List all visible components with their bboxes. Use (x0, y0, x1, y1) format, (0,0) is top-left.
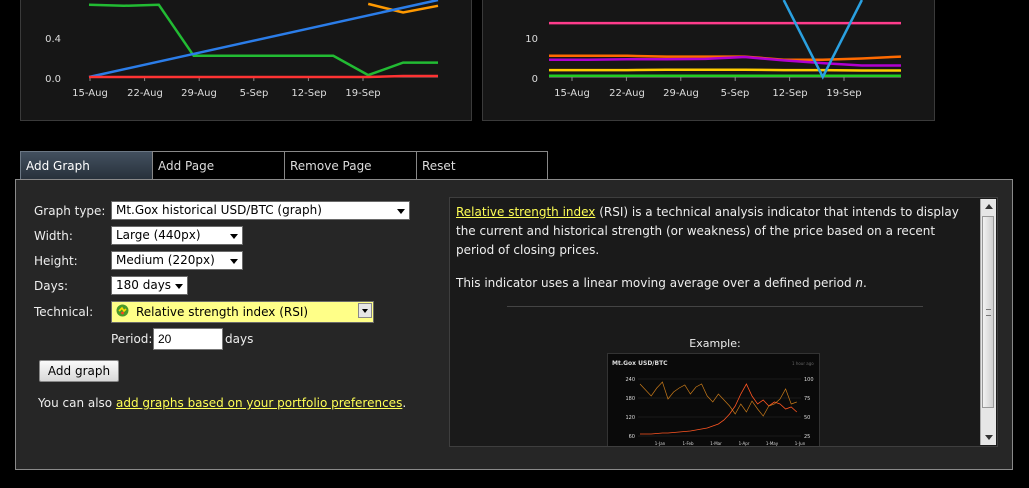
portfolio-note: You can also add graphs based on your po… (38, 396, 406, 410)
y-tick-label: 10 (525, 34, 538, 45)
technical-label: Technical: (34, 305, 94, 319)
x-tick-label: 22-Aug (609, 88, 645, 99)
tab-add-graph[interactable]: Add Graph (20, 151, 153, 179)
moving-average-note: This indicator uses a linear moving aver… (456, 274, 976, 293)
chevron-down-icon (175, 284, 183, 289)
example-x-tick: 1-May (766, 441, 779, 446)
x-tick-label: 12-Sep (772, 88, 807, 99)
example-y2-tick: 75 (804, 396, 810, 402)
height-select[interactable]: Medium (220px) (111, 251, 243, 270)
technical-value: Relative strength index (RSI) (136, 305, 309, 319)
line-chart-left: 0.4 0.0 15-Aug 22-Aug 29-Aug 5-Sep 12-Se… (45, 0, 439, 99)
x-tick-label: 15-Aug (554, 88, 590, 99)
example-rsi-line (639, 381, 797, 417)
example-label: Example: (689, 337, 741, 350)
x-tick-label: 29-Aug (181, 88, 217, 99)
graph-type-select[interactable]: Mt.Gox historical USD/BTC (graph) (111, 201, 410, 220)
y-tick-label: 0.4 (45, 34, 61, 45)
example-y2-tick: 25 (804, 434, 810, 440)
days-select[interactable]: 180 days (111, 276, 188, 295)
tab-remove-page[interactable]: Remove Page (284, 151, 417, 179)
example-x-tick: 1-Feb (682, 441, 694, 446)
period-unit: days (225, 332, 254, 346)
add-graph-panel: Graph type: Mt.Gox historical USD/BTC (g… (15, 179, 1013, 470)
series-line (88, 0, 439, 79)
tab-reset[interactable]: Reset (416, 151, 548, 179)
portfolio-note-suffix: . (402, 396, 407, 410)
example-x-tick: 1-Apr (739, 441, 750, 446)
add-graph-button[interactable]: Add graph (39, 360, 119, 382)
line-chart-right: 10 0 15-Aug 22-Aug 29-Aug 5-Sep 12-Sep 1… (525, 0, 902, 99)
days-value: 180 days (116, 278, 172, 292)
scrollbar-thumb[interactable] (982, 216, 994, 408)
x-tick-label: 22-Aug (127, 88, 163, 99)
x-tick-label: 15-Aug (72, 88, 108, 99)
example-x-tick: 1-Jan (655, 441, 666, 446)
period-input[interactable] (153, 328, 223, 350)
x-tick-label: 12-Sep (291, 88, 326, 99)
x-tick-label: 29-Aug (663, 88, 699, 99)
graph-type-value: Mt.Gox historical USD/BTC (graph) (116, 203, 322, 217)
height-label: Height: (34, 254, 78, 268)
example-x-tick: 1-Mar (710, 441, 722, 446)
period-variable: n (855, 276, 864, 290)
graph-panel-left: 0.4 0.0 15-Aug 22-Aug 29-Aug 5-Sep 12-Se… (20, 0, 472, 121)
example-chart-svg: Mt.Gox USD/BTC 1 hour ago 1-Jan 1-Feb 1-Ma… (612, 360, 814, 446)
example-y-tick: 60 (629, 434, 635, 440)
example-chart-image: Mt.Gox USD/BTC 1 hour ago 1-Jan 1-Feb 1-Ma… (607, 353, 820, 446)
example-y-tick: 120 (625, 415, 635, 421)
days-label: Days: (34, 279, 68, 293)
x-tick-label: 5-Sep (240, 88, 269, 99)
width-select[interactable]: Large (440px) (111, 226, 243, 245)
divider (507, 306, 923, 307)
chevron-down-icon (358, 303, 372, 318)
technical-select[interactable]: Relative strength index (RSI) (111, 301, 374, 323)
info-scrollbar[interactable] (980, 199, 996, 445)
scroll-down-arrow-icon[interactable] (981, 430, 996, 445)
moving-average-text: This indicator uses a linear moving aver… (456, 276, 856, 290)
example-chart-title: Mt.Gox USD/BTC (612, 360, 668, 367)
moving-average-suffix: . (863, 276, 867, 290)
series-line (89, 74, 438, 79)
example-y-tick: 180 (625, 396, 635, 402)
example-y2-tick: 100 (804, 377, 814, 383)
portfolio-note-prefix: You can also (38, 396, 116, 410)
indicator-icon (116, 304, 129, 317)
example-y2-tick: 50 (804, 415, 810, 421)
y-tick-label: 0.0 (45, 74, 61, 85)
series-line (549, 68, 901, 72)
height-value: Medium (220px) (116, 253, 215, 267)
x-tick-label: 5-Sep (721, 88, 750, 99)
graph-type-label: Graph type: (34, 204, 106, 218)
chevron-down-icon (230, 234, 238, 239)
x-tick-label: 19-Sep (345, 88, 380, 99)
rsi-link[interactable]: Relative strength index (456, 205, 595, 219)
width-label: Width: (34, 229, 73, 243)
chevron-down-icon (230, 259, 238, 264)
example-y-tick: 240 (625, 377, 635, 383)
indicator-info-pane: Relative strength index (RSI) is a techn… (449, 197, 998, 447)
width-value: Large (440px) (116, 228, 201, 242)
y-tick-label: 0 (532, 74, 538, 85)
example-price-line (640, 383, 798, 435)
graph-panel-right: 10 0 15-Aug 22-Aug 29-Aug 5-Sep 12-Sep 1… (482, 0, 935, 121)
x-tick-label: 19-Sep (826, 88, 861, 99)
rsi-description: Relative strength index (RSI) is a techn… (456, 203, 976, 260)
period-label: Period: (111, 332, 153, 346)
scroll-up-arrow-icon[interactable] (981, 199, 996, 214)
example-x-tick: 1-Jun (795, 441, 806, 446)
portfolio-graphs-link[interactable]: add graphs based on your portfolio prefe… (116, 396, 402, 410)
example-chart-legend: 1 hour ago (792, 361, 814, 366)
chevron-down-icon (397, 209, 405, 214)
tab-add-page[interactable]: Add Page (152, 151, 285, 179)
